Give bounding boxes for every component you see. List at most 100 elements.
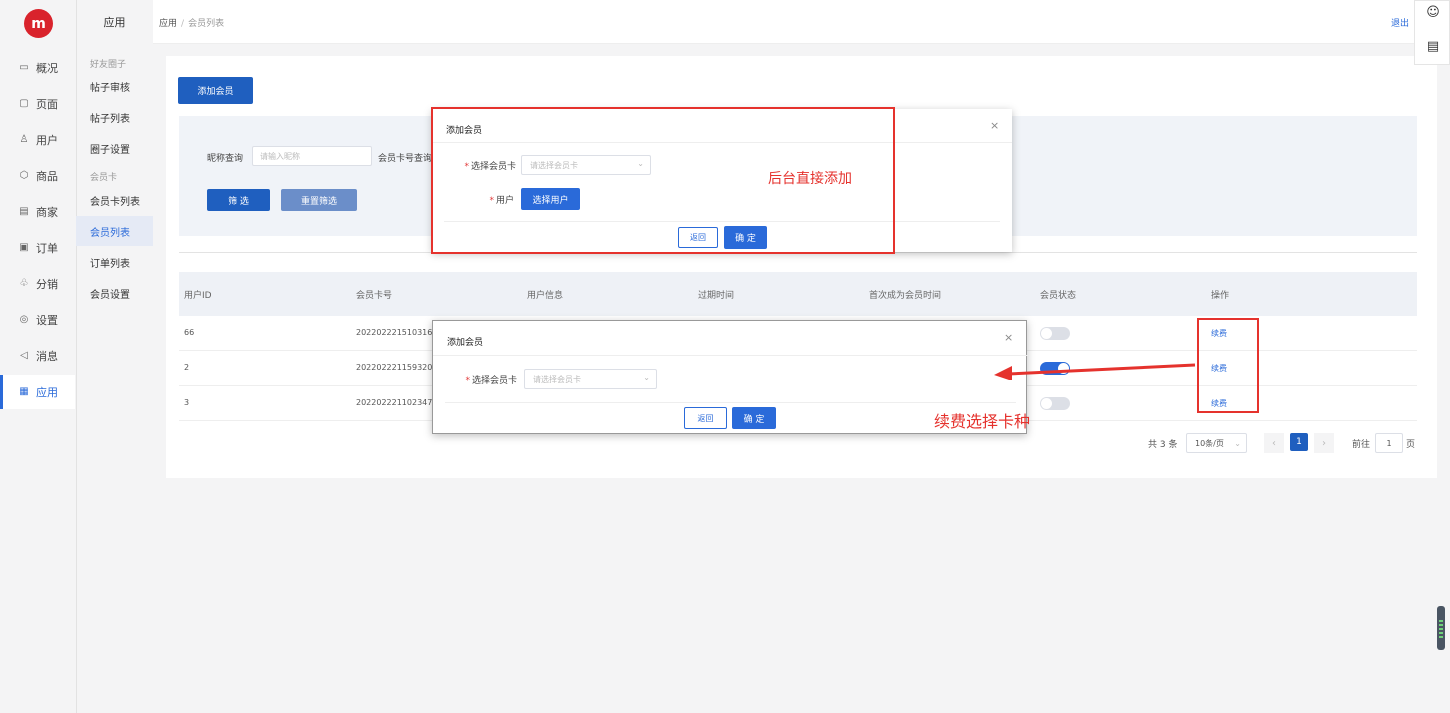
annotation-renew-note: 续费选择卡种: [934, 412, 1031, 431]
table-header: 用户ID 会员卡号 用户信息 过期时间 首次成为会员时间 会员状态 操作: [179, 272, 1417, 316]
page-size-select[interactable]: 10条/页 ⌄: [1186, 433, 1247, 453]
sub-item-order-list[interactable]: 订单列表: [76, 247, 153, 277]
sub-item-post-review[interactable]: 帖子审核: [76, 71, 153, 101]
add-member-button[interactable]: 添加会员: [178, 77, 253, 104]
next-page-button[interactable]: ›: [1314, 433, 1334, 453]
nav-label: 页面: [36, 98, 58, 111]
sub-item-post-list[interactable]: 帖子列表: [76, 102, 153, 132]
sub-group-member-card: 会员卡: [90, 173, 118, 183]
sub-item-member-settings[interactable]: 会员设置: [76, 278, 153, 308]
back-button[interactable]: 返回: [684, 407, 727, 429]
col-member-status: 会员状态: [1040, 291, 1077, 301]
card-select[interactable]: 请选择会员卡 ⌄: [524, 369, 657, 389]
app-page: m ▭ 概况 ▢ 页面 ♙ 用户 ⬡ 商品 ▤ 商家 ▣ 订单 ♧ 分销 ◎ 设置 ◁ 消息 ▦ 应…: [0, 0, 1450, 713]
scroll-handle[interactable]: [1437, 606, 1445, 650]
nickname-label: 昵称查询: [207, 154, 244, 164]
nav-label: 商品: [36, 170, 58, 183]
user-icon: ♙: [19, 134, 29, 145]
nav-label: 用户: [36, 134, 58, 147]
col-expire-time: 过期时间: [698, 291, 735, 301]
dialog-footer-separator: [445, 402, 1016, 403]
distribution-icon: ♧: [19, 278, 29, 289]
order-icon: ▣: [19, 242, 29, 253]
col-card-number: 会员卡号: [356, 291, 393, 301]
nav-label: 订单: [36, 242, 58, 255]
sub-group-circle: 好友圈子: [90, 60, 127, 70]
sub-item-card-list[interactable]: 会员卡列表: [76, 185, 153, 215]
nav-item-products[interactable]: ⬡ 商品: [0, 159, 75, 193]
nav-item-overview[interactable]: ▭ 概况: [0, 51, 75, 85]
monitor-icon: ▭: [19, 62, 29, 73]
nav-item-merchants[interactable]: ▤ 商家: [0, 195, 75, 229]
prev-page-button[interactable]: ‹: [1264, 433, 1284, 453]
member-status-toggle[interactable]: [1040, 327, 1070, 340]
annotation-arrow: [994, 363, 1196, 380]
sub-item-circle-settings[interactable]: 圈子设置: [76, 133, 153, 163]
filter-button[interactable]: 筛 选: [207, 189, 270, 211]
close-icon[interactable]: ×: [990, 119, 999, 132]
nav-item-settings[interactable]: ◎ 设置: [0, 303, 75, 337]
page-icon: ▢: [19, 98, 29, 109]
nav-label: 消息: [36, 350, 58, 363]
nav-label: 概况: [36, 62, 58, 75]
cell-user-id: 66: [184, 328, 195, 337]
nav-item-orders[interactable]: ▣ 订单: [0, 231, 75, 265]
cell-user-id: 3: [184, 398, 190, 407]
main-sidebar: m ▭ 概况 ▢ 页面 ♙ 用户 ⬡ 商品 ▤ 商家 ▣ 订单 ♧ 分销 ◎ 设置 ◁ 消息 ▦ 应…: [0, 0, 75, 713]
nickname-input[interactable]: 请输入昵称: [252, 146, 372, 166]
nav-label: 商家: [36, 206, 58, 219]
dialog-separator: [433, 355, 1028, 356]
col-user-info: 用户信息: [527, 291, 564, 301]
annotation-add-note: 后台直接添加: [768, 171, 852, 187]
logo[interactable]: m: [24, 9, 53, 38]
layout-icon[interactable]: ▤: [1425, 38, 1441, 54]
goto-label: 前往: [1352, 439, 1371, 450]
breadcrumb: 应用 / 会员列表: [159, 16, 224, 29]
member-status-toggle[interactable]: [1040, 397, 1070, 410]
top-bar: 应用 / 会员列表 退出: [153, 0, 1450, 44]
apps-icon: ▦: [19, 386, 29, 397]
sub-sidebar-title: 应用: [103, 16, 126, 29]
cell-user-id: 2: [184, 363, 190, 372]
close-icon[interactable]: ×: [1004, 331, 1013, 344]
breadcrumb-apps[interactable]: 应用: [159, 19, 177, 29]
chevron-down-icon: ⌄: [643, 373, 650, 382]
sub-item-member-list[interactable]: 会员列表: [76, 216, 153, 246]
reset-filter-button[interactable]: 重置筛选: [281, 189, 357, 211]
col-actions: 操作: [1211, 291, 1230, 301]
breadcrumb-current: 会员列表: [188, 19, 225, 29]
col-user-id: 用户ID: [184, 291, 212, 301]
cell-card-number: 202202221102347: [356, 398, 433, 407]
nav-item-users[interactable]: ♙ 用户: [0, 123, 75, 157]
card-select-label: * 选择会员卡: [465, 376, 517, 386]
nav-label: 分销: [36, 278, 58, 291]
col-first-member-time: 首次成为会员时间: [869, 291, 942, 301]
nav-item-pages[interactable]: ▢ 页面: [0, 87, 75, 121]
right-toolbar: ☺ ▤: [1414, 0, 1450, 65]
cell-card-number: 202202221510316: [356, 328, 433, 337]
settings-icon: ◎: [19, 314, 29, 325]
goto-page-input[interactable]: 1: [1375, 433, 1403, 453]
product-icon: ⬡: [19, 170, 29, 181]
nav-item-apps[interactable]: ▦ 应用: [0, 375, 75, 409]
nav-item-messages[interactable]: ◁ 消息: [0, 339, 75, 373]
cell-card-number: 202202221159320: [356, 363, 433, 372]
current-page[interactable]: 1: [1290, 433, 1308, 451]
store-icon: ▤: [19, 206, 29, 217]
nav-label: 应用: [36, 386, 58, 399]
annotation-box-renew: [1197, 318, 1259, 413]
message-icon: ◁: [20, 350, 28, 361]
card-select-placeholder: 请选择会员卡: [533, 374, 581, 384]
page-suffix: 页: [1406, 439, 1416, 450]
nav-label: 设置: [36, 314, 58, 327]
card-number-label: 会员卡号查询: [378, 154, 433, 164]
nav-item-distribution[interactable]: ♧ 分销: [0, 267, 75, 301]
dialog-title: 添加会员: [447, 338, 484, 348]
confirm-button[interactable]: 确 定: [732, 407, 776, 429]
breadcrumb-separator: /: [181, 19, 185, 29]
smile-icon[interactable]: ☺: [1425, 4, 1441, 20]
chevron-down-icon: ⌄: [1234, 438, 1241, 448]
pagination-total: 共 3 条: [1148, 439, 1178, 450]
logout-link[interactable]: 退出: [1391, 16, 1409, 29]
page-size-value: 10条/页: [1195, 438, 1224, 448]
